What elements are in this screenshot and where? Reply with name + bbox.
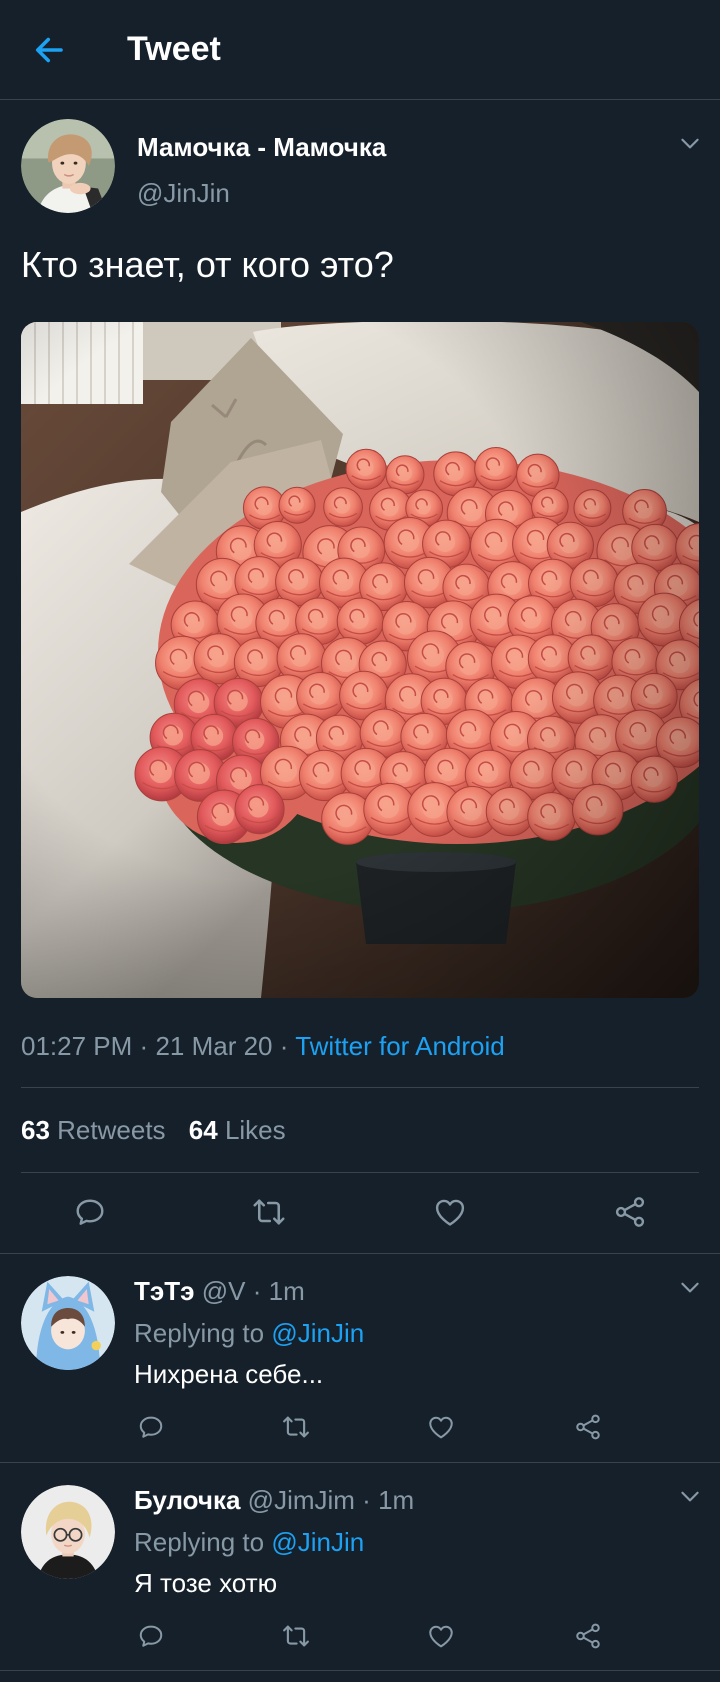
chevron-down-icon [677, 1483, 703, 1509]
meta-separator: · [362, 1485, 371, 1515]
likes-label: Likes [224, 1115, 286, 1145]
share-button[interactable] [573, 1621, 603, 1651]
tweet-photo-image [21, 322, 699, 998]
reply-author-avatar[interactable] [21, 1276, 115, 1370]
retweets-count: 63 [21, 1115, 50, 1145]
tweet-timestamp: 01:27 PM · 21 Mar 20 · Twitter for Andro… [21, 1027, 505, 1065]
share-icon [612, 1194, 648, 1230]
likes-stat[interactable]: 64 Likes [189, 1115, 286, 1145]
reply-icon [136, 1412, 166, 1442]
reply-time: 1m [378, 1485, 415, 1515]
tweet-stats: 63 Retweets 64 Likes [21, 1111, 302, 1149]
reply-author-name[interactable]: Булочка [134, 1485, 240, 1515]
retweet-button[interactable] [281, 1412, 311, 1442]
reply-tweet[interactable]: ТэТэ @V · 1m Replying to @JinJin Нихрена… [0, 1254, 720, 1463]
meta-separator: · [252, 1276, 262, 1306]
tweet-date: 21 Mar 20 [155, 1031, 273, 1061]
retweet-icon [251, 1194, 287, 1230]
author-avatar-image [21, 119, 115, 213]
top-bar: Tweet [0, 0, 720, 100]
share-button[interactable] [573, 1412, 603, 1442]
author-avatar[interactable] [21, 119, 115, 213]
divider [21, 1087, 699, 1088]
chevron-down-icon [677, 130, 703, 156]
meta-separator: · [139, 1031, 149, 1061]
retweet-button[interactable] [251, 1194, 287, 1230]
reply-icon [136, 1621, 166, 1651]
replying-to-line: Replying to @JinJin [134, 1315, 364, 1351]
reply-author-avatar-image [21, 1276, 115, 1370]
reply-time: 1m [268, 1276, 305, 1306]
reply-header: Булочка @JimJim · 1m [134, 1482, 414, 1518]
back-button[interactable] [31, 32, 67, 68]
tweet-photo[interactable] [21, 322, 699, 998]
share-icon [573, 1412, 603, 1442]
reply-button[interactable] [72, 1194, 108, 1230]
likes-count: 64 [188, 1115, 218, 1145]
reply-author-handle[interactable]: @V [202, 1276, 246, 1306]
reply-author-avatar[interactable] [21, 1485, 115, 1579]
reply-icon [72, 1194, 108, 1230]
reply-text: Нихрена себе... [134, 1359, 324, 1389]
meta-separator: · [279, 1031, 289, 1061]
reply-author-handle[interactable]: @JimJim [248, 1485, 355, 1515]
replying-to-label: Replying to [134, 1527, 265, 1557]
reply-options-button[interactable] [677, 1483, 703, 1509]
reply-button[interactable] [136, 1412, 166, 1442]
like-icon [426, 1412, 456, 1442]
replying-to-line: Replying to @JinJin [134, 1524, 364, 1560]
chevron-down-icon [677, 1274, 703, 1300]
like-button[interactable] [426, 1412, 456, 1442]
retweets-stat[interactable]: 63 Retweets [21, 1115, 166, 1145]
replying-to-mention[interactable]: @JinJin [271, 1527, 364, 1557]
reply-button[interactable] [136, 1621, 166, 1651]
tweet-source-link[interactable]: Twitter for Android [295, 1031, 505, 1061]
like-icon [432, 1194, 468, 1230]
tweet-options-button[interactable] [677, 130, 703, 156]
reply-header: ТэТэ @V · 1m [134, 1273, 305, 1309]
retweet-icon [281, 1621, 311, 1651]
reply-tweet[interactable]: Булочка @JimJim · 1m Replying to @JinJin… [0, 1463, 720, 1671]
replying-to-label: Replying to [134, 1318, 265, 1348]
reply-options-button[interactable] [677, 1274, 703, 1300]
like-button[interactable] [426, 1621, 456, 1651]
reply-author-avatar-image [21, 1485, 115, 1579]
page-title: Tweet [127, 30, 221, 68]
retweets-label: Retweets [57, 1115, 166, 1145]
retweet-button[interactable] [281, 1621, 311, 1651]
divider [21, 1172, 699, 1173]
retweet-icon [281, 1412, 311, 1442]
reply-text: Я тозе хотю [134, 1568, 278, 1598]
author-handle[interactable]: @JinJin [137, 174, 230, 212]
share-icon [573, 1621, 603, 1651]
share-button[interactable] [612, 1194, 648, 1230]
tweet-time: 01:27 PM [21, 1031, 133, 1061]
reply-author-name[interactable]: ТэТэ [134, 1276, 194, 1306]
replying-to-mention[interactable]: @JinJin [271, 1318, 364, 1348]
arrow-left-icon [31, 32, 67, 68]
like-icon [426, 1621, 456, 1651]
like-button[interactable] [432, 1194, 468, 1230]
author-name[interactable]: Мамочка - Мамочка [137, 128, 386, 166]
tweet-text: Кто знает, от кого это? [21, 244, 394, 285]
